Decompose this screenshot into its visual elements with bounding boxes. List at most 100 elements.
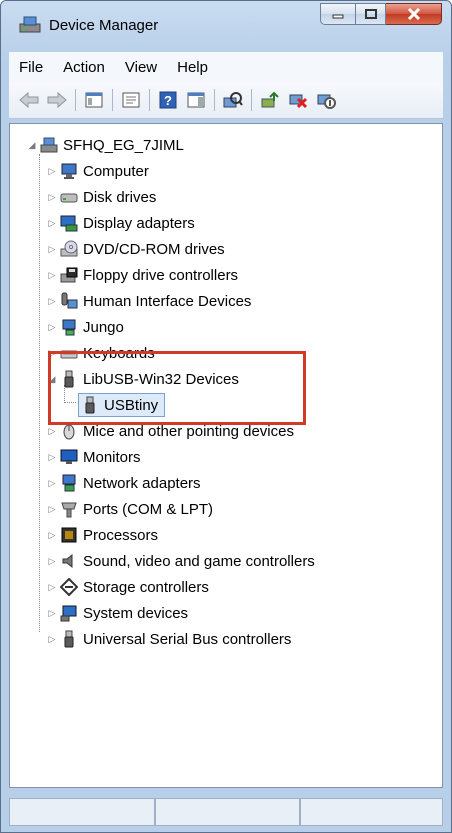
device-manager-window: Device Manager File Action View Help ? ◢…: [0, 0, 452, 833]
tree-item-disk-drives[interactable]: ▷ Disk drives: [46, 184, 157, 210]
computer-icon: [61, 163, 77, 179]
floppy-controller-icon: [60, 267, 78, 283]
status-cell: [9, 798, 156, 826]
help-button[interactable]: ?: [156, 88, 180, 112]
show-hide-console-tree-button[interactable]: [82, 88, 106, 112]
close-button[interactable]: [386, 3, 442, 25]
tree-item-label: Storage controllers: [83, 578, 209, 596]
properties-button[interactable]: [119, 88, 143, 112]
tree-root-label: SFHQ_EG_7JIML: [63, 136, 184, 154]
tree-item-processors[interactable]: ▷ Processors: [46, 522, 159, 548]
scan-hardware-changes-button[interactable]: [221, 88, 245, 112]
expand-triangle-icon[interactable]: ▷: [46, 582, 58, 593]
processor-icon: [61, 527, 77, 543]
device-manager-icon: [19, 16, 41, 33]
help-icon: ?: [159, 91, 177, 109]
expand-triangle-icon[interactable]: ▷: [46, 296, 58, 307]
tree-item-jungo[interactable]: ▷ Jungo: [46, 314, 124, 340]
tree-item-label: Sound, video and game controllers: [83, 552, 315, 570]
tree-item-label: Mice and other pointing devices: [83, 422, 294, 440]
expand-triangle-icon[interactable]: ▷: [46, 634, 58, 645]
expand-triangle-icon[interactable]: ▷: [46, 608, 58, 619]
expand-triangle-icon[interactable]: ▷: [46, 504, 58, 515]
action-pane-button[interactable]: [184, 88, 208, 112]
window-title: Device Manager: [49, 17, 159, 34]
uninstall-device-button[interactable]: [286, 88, 310, 112]
tree-item-monitors[interactable]: ▷ Monitors: [46, 444, 141, 470]
back-button[interactable]: [17, 88, 41, 112]
monitor-icon: [60, 449, 78, 464]
tree-item-human-interface-devices[interactable]: ▷ Human Interface Devices: [46, 288, 251, 314]
menu-view[interactable]: View: [125, 59, 157, 76]
tree-item-label: Computer: [83, 162, 149, 180]
uninstall-icon: [289, 94, 308, 109]
red-highlight-box: [48, 351, 306, 425]
maximize-button[interactable]: [356, 3, 386, 25]
title-bar[interactable]: Device Manager: [1, 1, 451, 47]
tree-item-label: Jungo: [83, 318, 124, 336]
tree-item-label: Disk drives: [83, 188, 157, 206]
expand-triangle-icon[interactable]: ▷: [46, 478, 58, 489]
expand-triangle-icon[interactable]: ▷: [46, 244, 58, 255]
expand-triangle-icon[interactable]: ▷: [46, 192, 58, 203]
back-arrow-icon: [19, 92, 39, 108]
tree-item-label: System devices: [83, 604, 189, 622]
display-adapter-icon: [60, 215, 78, 232]
computer-network-icon: [40, 137, 58, 153]
tree-item-dvd-cd-rom-drives[interactable]: ▷ DVD/CD-ROM drives: [46, 236, 225, 262]
tree-item-label: Universal Serial Bus controllers: [83, 630, 292, 648]
tree-item-label: Ports (COM & LPT): [83, 500, 214, 518]
tree-item-ports[interactable]: ▷ Ports (COM & LPT): [46, 496, 213, 522]
status-cell: [155, 798, 300, 826]
tree-item-label: Display adapters: [83, 214, 195, 232]
expand-triangle-icon[interactable]: ▷: [46, 166, 58, 177]
usb-plug-icon: [64, 630, 74, 648]
console-tree-icon: [85, 92, 103, 108]
toolbar: ?: [9, 82, 443, 119]
tree-item-sound-video-game[interactable]: ▷ Sound, video and game controllers: [46, 548, 315, 574]
update-driver-icon: [261, 91, 279, 108]
port-icon: [61, 502, 77, 518]
tree-item-floppy-drive-controllers[interactable]: ▷ Floppy drive controllers: [46, 262, 239, 288]
forward-button[interactable]: [45, 88, 69, 112]
scan-hardware-icon: [223, 92, 243, 108]
minimize-button[interactable]: [320, 3, 356, 25]
properties-icon: [122, 92, 140, 108]
action-pane-icon: [187, 92, 205, 108]
jungo-icon: [62, 319, 76, 336]
tree-root[interactable]: ◢ SFHQ_EG_7JIML: [26, 132, 184, 158]
tree-item-usb-controllers[interactable]: ▷ Universal Serial Bus controllers: [46, 626, 291, 652]
expand-triangle-icon[interactable]: ▷: [46, 530, 58, 541]
storage-controller-icon: [60, 578, 78, 596]
tree-item-system-devices[interactable]: ▷ System devices: [46, 600, 188, 626]
disk-drive-icon: [60, 193, 78, 203]
update-driver-button[interactable]: [258, 88, 282, 112]
tree-item-computer[interactable]: ▷ Computer: [46, 158, 149, 184]
tree-item-storage-controllers[interactable]: ▷ Storage controllers: [46, 574, 209, 600]
expand-triangle-icon[interactable]: ▷: [46, 322, 58, 333]
expand-triangle-icon[interactable]: ▷: [46, 452, 58, 463]
expand-triangle-icon[interactable]: ▷: [46, 556, 58, 567]
tree-item-label: Processors: [83, 526, 159, 544]
dvd-drive-icon: [60, 240, 78, 257]
expand-triangle-icon[interactable]: ▷: [46, 426, 58, 437]
menu-action[interactable]: Action: [63, 59, 105, 76]
hid-icon: [61, 292, 78, 309]
menu-help[interactable]: Help: [177, 59, 208, 76]
forward-arrow-icon: [47, 92, 67, 108]
disable-device-button[interactable]: [314, 88, 338, 112]
menu-file[interactable]: File: [19, 59, 43, 76]
status-bar: [9, 798, 443, 826]
device-tree-pane[interactable]: ◢ SFHQ_EG_7JIML ▷ Computer ▷ Disk drives…: [9, 123, 443, 788]
system-devices-icon: [60, 605, 77, 622]
collapse-triangle-icon[interactable]: ◢: [26, 140, 38, 151]
expand-triangle-icon[interactable]: ▷: [46, 270, 58, 281]
tree-item-label: Monitors: [83, 448, 141, 466]
close-icon: [407, 8, 420, 20]
svg-text:?: ?: [164, 93, 172, 108]
tree-item-label: DVD/CD-ROM drives: [83, 240, 225, 258]
expand-triangle-icon[interactable]: ▷: [46, 218, 58, 229]
tree-item-label: Human Interface Devices: [83, 292, 252, 310]
tree-item-network-adapters[interactable]: ▷ Network adapters: [46, 470, 201, 496]
tree-item-display-adapters[interactable]: ▷ Display adapters: [46, 210, 195, 236]
